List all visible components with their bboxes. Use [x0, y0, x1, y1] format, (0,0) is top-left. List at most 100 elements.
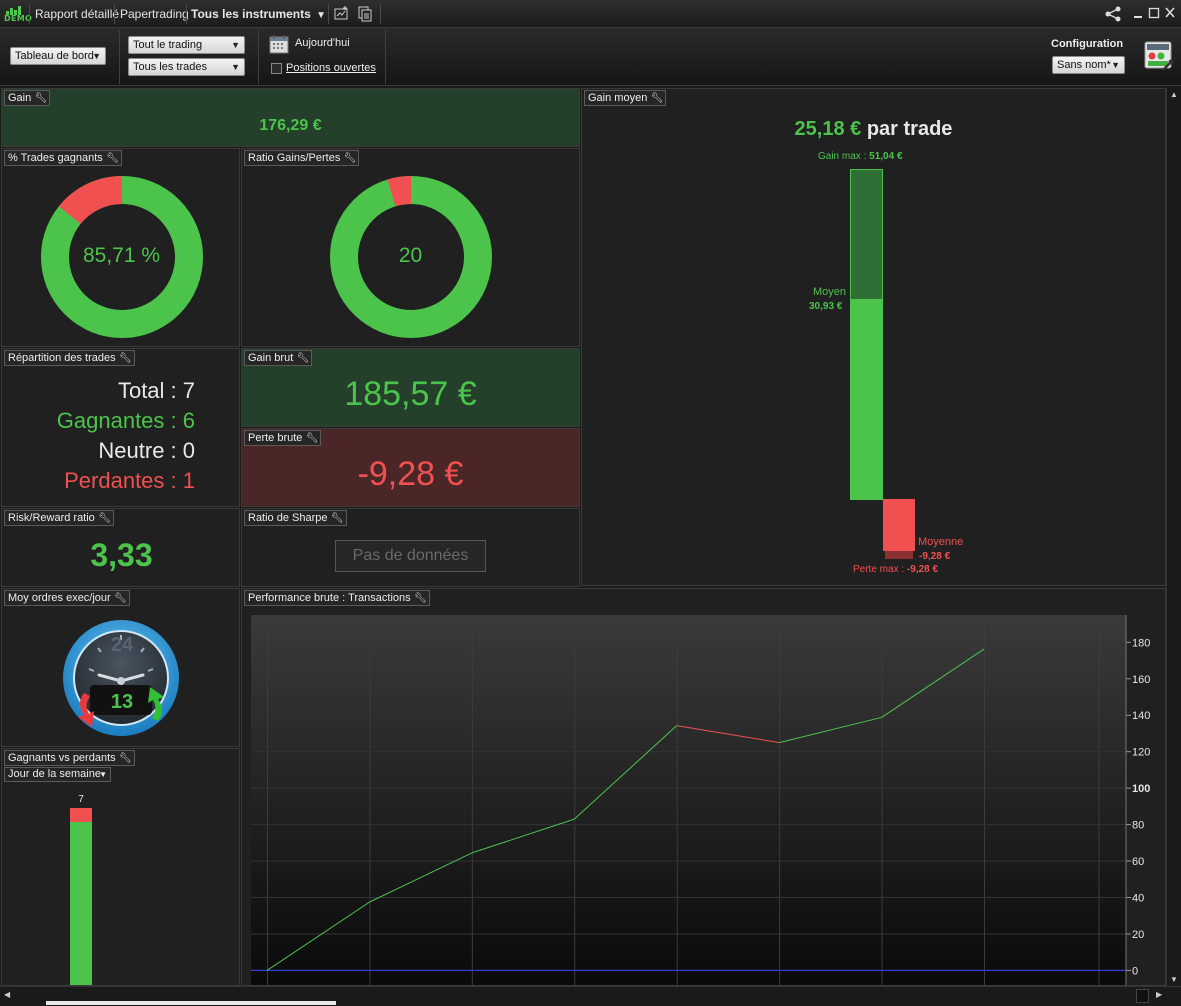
chart-plot-area	[251, 615, 1126, 985]
gain-brut-panel: Gain brut 🔧︎ 185,57 €	[241, 348, 580, 427]
scroll-up-icon[interactable]: ▲	[1170, 90, 1178, 99]
wrench-icon[interactable]: 🔧︎	[344, 151, 357, 166]
ratio-gp-panel: Ratio Gains/Pertes 🔧︎ 20	[241, 148, 580, 347]
add-chart-icon[interactable]	[334, 6, 349, 21]
ratio-gp-value: 20	[398, 244, 423, 267]
calendar-icon[interactable]	[269, 34, 290, 55]
positions-checkbox[interactable]	[271, 63, 282, 74]
gain-title-label: Gain	[8, 92, 32, 104]
perte-brute-panel: Perte brute 🔧︎ -9,28 €	[241, 428, 580, 507]
view-select[interactable]: Tableau de bord ▼	[10, 47, 106, 65]
y-tick-label: 120	[1132, 747, 1150, 759]
gain-max-row: Gain max : 51,04 €	[818, 151, 903, 162]
gain-moyen-suffix: par trade	[866, 118, 953, 140]
maximize-icon[interactable]	[1147, 5, 1161, 21]
wrench-icon[interactable]: 🔧︎	[414, 591, 427, 606]
moy-ordres-value: 13	[110, 691, 134, 713]
perte-moyenne-bar	[883, 499, 915, 551]
y-tick-label: 100	[1132, 783, 1150, 795]
perte-brute-value: -9,28 €	[357, 455, 464, 493]
positions-label[interactable]: Positions ouvertes	[286, 62, 376, 74]
config-select[interactable]: Sans nom* ▼	[1052, 56, 1125, 74]
sharpe-title-label: Ratio de Sharpe	[248, 512, 328, 524]
wrench-icon[interactable]: 🔧︎	[651, 91, 664, 106]
wrench-icon[interactable]: 🔧︎	[114, 591, 127, 606]
repartition-gagnantes: Gagnantes : 6	[56, 408, 195, 433]
gain-brut-title[interactable]: Gain brut 🔧︎	[244, 350, 313, 366]
risk-reward-value: 3,33	[90, 537, 153, 573]
repartition-total: Total : 7	[117, 378, 195, 403]
gagnants-vs-perdants-panel: Gagnants vs perdants 🔧︎ Jour de la semain…	[1, 748, 240, 986]
wrench-icon[interactable]: 🔧︎	[106, 151, 119, 166]
gvp-win-bar	[70, 822, 92, 985]
scroll-box[interactable]	[1136, 989, 1149, 1003]
ratio-gp-title-label: Ratio Gains/Pertes	[248, 152, 341, 164]
scroll-thumb[interactable]	[46, 1001, 336, 1005]
repartition-panel: Répartition des trades 🔧︎ Total : 7 Gagna…	[1, 348, 240, 507]
moyenne-value: -9,28 €	[919, 551, 951, 562]
toolbar: Tableau de bord ▼ Tout le trading ▼ Tous…	[0, 28, 1181, 86]
minimize-icon[interactable]	[1131, 5, 1145, 21]
risk-reward-title[interactable]: Risk/Reward ratio 🔧︎	[4, 510, 114, 526]
y-tick-label: 140	[1132, 710, 1150, 722]
wrench-icon[interactable]: 🔧︎	[331, 511, 344, 526]
scroll-right-icon[interactable]: ▶	[1156, 990, 1162, 999]
sharpe-title[interactable]: Ratio de Sharpe 🔧︎	[244, 510, 347, 526]
y-tick-label: 80	[1132, 820, 1144, 832]
chevron-down-icon: ▼	[231, 40, 240, 50]
tab-papertrading[interactable]: Papertrading	[120, 0, 189, 28]
chevron-down-icon: ▼	[99, 770, 107, 779]
scroll-down-icon[interactable]: ▼	[1170, 975, 1178, 984]
gain-brut-title-label: Gain brut	[248, 352, 294, 364]
horizontal-scrollbar[interactable]: ◀ ▶	[0, 986, 1181, 1006]
chevron-down-icon: ▼	[1111, 60, 1120, 70]
gain-moyen-title[interactable]: Gain moyen 🔧︎	[584, 90, 667, 106]
moy-ordres-panel: Moy ordres exec/jour 🔧︎ 24 13	[1, 588, 240, 747]
perte-brute-title[interactable]: Perte brute 🔧︎	[244, 430, 322, 446]
trading-select[interactable]: Tout le trading ▼	[128, 36, 245, 54]
tab-tous-les-instruments[interactable]: Tous les instruments ▼	[191, 0, 326, 28]
repartition-title-label: Répartition des trades	[8, 352, 116, 364]
date-range-label[interactable]: Aujourd'hui	[295, 37, 350, 49]
wrench-icon[interactable]: 🔧︎	[297, 351, 310, 366]
risk-reward-panel: Risk/Reward ratio 🔧︎ 3,33	[1, 508, 240, 587]
performance-chart: 0 20 40 60 80 100 120 140 160 180	[251, 615, 1150, 985]
trades-select-value: Tous les trades	[133, 61, 207, 73]
view-select-value: Tableau de bord	[15, 50, 94, 62]
close-icon[interactable]	[1163, 5, 1177, 21]
share-icon[interactable]	[1104, 6, 1122, 22]
pct-gagnants-title[interactable]: % Trades gagnants 🔧︎	[4, 150, 122, 166]
gvp-title-label: Gagnants vs perdants	[8, 752, 116, 764]
ratio-gp-title[interactable]: Ratio Gains/Pertes 🔧︎	[244, 150, 360, 166]
gvp-title[interactable]: Gagnants vs perdants 🔧︎	[4, 750, 135, 766]
y-tick-label: 40	[1132, 893, 1144, 905]
demo-logo: DEMO	[4, 5, 32, 23]
vertical-scrollbar[interactable]: ▲ ▼	[1166, 88, 1181, 986]
performance-title[interactable]: Performance brute : Transactions 🔧︎	[244, 590, 430, 606]
repartition-title[interactable]: Répartition des trades 🔧︎	[4, 350, 135, 366]
tab-rapport-detaille[interactable]: Rapport détaillé	[35, 0, 119, 28]
perte-brute-title-label: Perte brute	[248, 432, 303, 444]
moy-ordres-title[interactable]: Moy ordres exec/jour 🔧︎	[4, 590, 130, 606]
wrench-icon[interactable]: 🔧︎	[98, 511, 111, 526]
y-tick-label: 160	[1132, 674, 1150, 686]
config-title: Configuration	[1051, 38, 1124, 50]
wrench-icon[interactable]: 🔧︎	[119, 751, 132, 766]
chevron-down-icon: ▼	[316, 10, 327, 21]
wrench-icon[interactable]: 🔧︎	[35, 91, 48, 106]
export-document-icon[interactable]	[358, 6, 373, 22]
perte-max-value: -9,28 €	[906, 564, 939, 575]
scroll-left-icon[interactable]: ◀	[4, 990, 10, 999]
gvp-period-select[interactable]: Jour de la semaine ▼	[4, 767, 111, 782]
gvp-bar-label: 7	[78, 794, 84, 805]
moyen-value: 30,93 €	[809, 301, 843, 312]
wrench-icon[interactable]: 🔧︎	[306, 431, 319, 446]
performance-title-label: Performance brute : Transactions	[248, 592, 411, 604]
wrench-icon[interactable]: 🔧︎	[119, 351, 132, 366]
title-bar: DEMO Rapport détaillé Papertrading Tous …	[0, 0, 1181, 28]
repartition-perdantes: Perdantes : 1	[64, 468, 195, 493]
gain-title[interactable]: Gain 🔧︎	[4, 90, 51, 106]
dashboard-config-icon[interactable]	[1144, 40, 1174, 72]
sharpe-panel: Ratio de Sharpe 🔧︎ Pas de données	[241, 508, 580, 587]
trades-select[interactable]: Tous les trades ▼	[128, 58, 245, 76]
